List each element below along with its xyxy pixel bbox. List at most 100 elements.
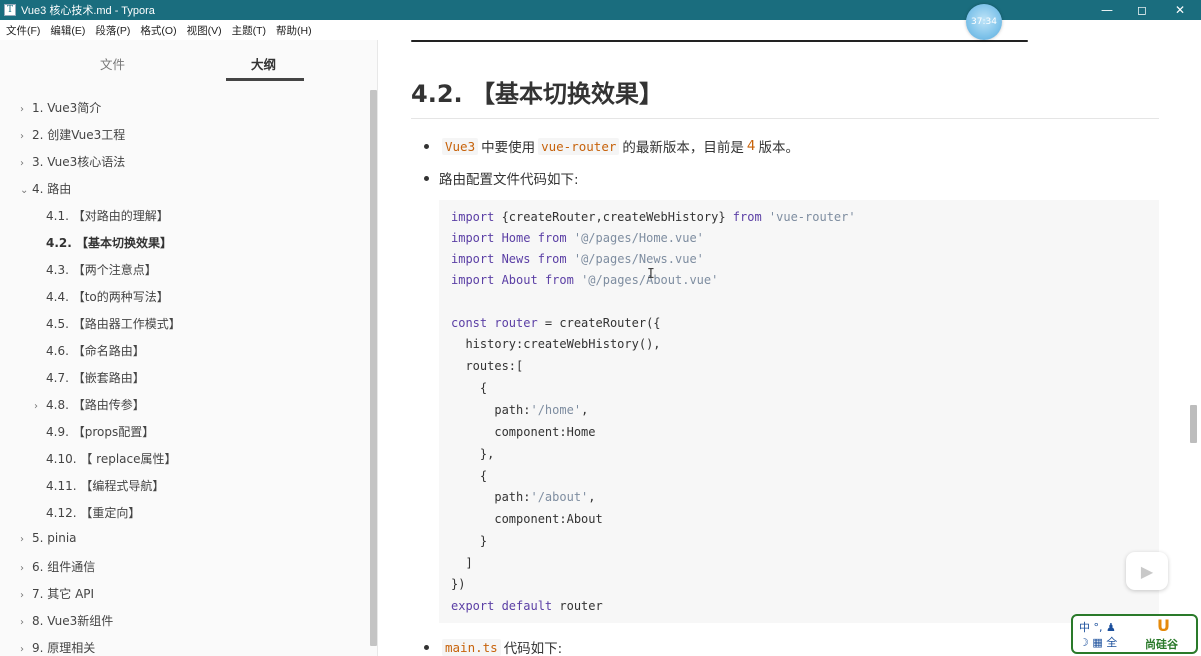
inline-number: 4	[746, 138, 756, 154]
bullet-text: 中要使用	[481, 140, 536, 156]
chevron-right-icon[interactable]: ›	[20, 131, 32, 142]
menu-bar: 文件(F) 编辑(E) 段落(P) 格式(O) 视图(V) 主题(T) 帮助(H…	[0, 20, 1201, 40]
code-block[interactable]: import {createRouter,createWebHistory} f…	[439, 200, 1159, 623]
outline-item[interactable]: 4.4. 【to的两种写法】	[34, 288, 169, 305]
outline-item-label: 4.10. 【 replace属性】	[46, 452, 177, 466]
inline-code: Vue3	[442, 137, 479, 155]
minimize-button[interactable]: —	[1090, 0, 1124, 20]
maximize-button[interactable]: ◻	[1125, 0, 1159, 20]
close-button[interactable]: ✕	[1163, 0, 1197, 20]
code-line: path:'/home',	[451, 403, 589, 417]
outline-item-label: 4.3. 【两个注意点】	[46, 263, 157, 277]
code-line: component:About	[451, 512, 603, 526]
outline-item[interactable]: › 8. Vue3新组件	[20, 612, 113, 629]
outline-item[interactable]: › 2. 创建Vue3工程	[20, 126, 125, 143]
outline-item[interactable]: › 9. 原理相关	[20, 639, 95, 656]
chevron-right-icon[interactable]: ›	[20, 644, 32, 655]
menu-view[interactable]: 视图(V)	[187, 23, 222, 38]
outline-item-label: 8. Vue3新组件	[32, 614, 114, 628]
chevron-right-icon[interactable]: ›	[20, 617, 32, 628]
bullet-text: 版本。	[758, 140, 799, 156]
outline-item[interactable]: 4.5. 【路由器工作模式】	[34, 315, 181, 332]
outline-item[interactable]: 4.10. 【 replace属性】	[34, 450, 177, 467]
outline-item-label: 9. 原理相关	[32, 641, 96, 655]
outline-item-label: 7. 其它 API	[32, 587, 95, 601]
code-line: path:'/about',	[451, 490, 596, 504]
chevron-right-icon[interactable]: ›	[20, 563, 32, 574]
editor-content[interactable]: 4.2. 【基本切换效果】 Vue3 中要使用 vue-router 的最新版本…	[379, 40, 1201, 656]
code-line: },	[451, 447, 495, 461]
code-line: routes:[	[451, 359, 524, 373]
tab-files[interactable]: 文件	[100, 54, 125, 73]
outline-item[interactable]: › 4.8. 【路由传参】	[34, 396, 145, 413]
previous-code-block-edge	[411, 40, 1028, 42]
chevron-right-icon[interactable]: ›	[20, 158, 32, 169]
code-line: {	[451, 381, 488, 395]
outline-item-label: 4.12. 【重定向】	[46, 506, 141, 520]
code-line: import {createRouter,createWebHistory} f…	[451, 210, 856, 224]
outline-item-label: 4.4. 【to的两种写法】	[46, 290, 169, 304]
menu-theme[interactable]: 主题(T)	[232, 23, 266, 38]
outline-item-label: 4.1. 【对路由的理解】	[46, 209, 169, 223]
code-line: import News from '@/pages/News.vue'	[451, 252, 704, 266]
bullet-dot	[424, 644, 429, 650]
recording-timer-badge[interactable]: 37:34	[966, 4, 1002, 40]
code-line: component:Home	[451, 425, 596, 439]
code-line: history:createWebHistory(),	[451, 337, 661, 351]
outline-item[interactable]: 4.3. 【两个注意点】	[34, 261, 157, 278]
window-titlebar: T Vue3 核心技术.md - Typora — ◻ ✕	[0, 0, 1201, 20]
outline-item[interactable]: 4.7. 【嵌套路由】	[34, 369, 145, 386]
menu-file[interactable]: 文件(F)	[6, 23, 40, 38]
active-tab-indicator	[226, 78, 304, 81]
brand-mark-icon: U	[1157, 616, 1170, 635]
chevron-right-icon[interactable]: ›	[20, 104, 32, 115]
outline-item[interactable]: 4.9. 【props配置】	[34, 423, 154, 440]
brand-name: 尚硅谷	[1145, 638, 1178, 651]
play-icon[interactable]: ▶	[1126, 552, 1168, 590]
outline-item[interactable]: 4.6. 【命名路由】	[34, 342, 145, 359]
outline-item[interactable]: ⌄ 4. 路由	[20, 180, 71, 197]
ime-indicator[interactable]: 中 °, ♟ ☽ ▦ 全	[1079, 620, 1117, 650]
outline-item-label: 4.2. 【基本切换效果】	[46, 236, 172, 250]
window-title: Vue3 核心技术.md - Typora	[21, 5, 155, 17]
chevron-right-icon[interactable]: ›	[20, 534, 32, 545]
bullet-text: 代码如下:	[503, 641, 563, 656]
chevron-right-icon[interactable]: ›	[20, 590, 32, 601]
outline-item[interactable]: › 7. 其它 API	[20, 585, 94, 602]
outline-item[interactable]: › 3. Vue3核心语法	[20, 153, 125, 170]
menu-help[interactable]: 帮助(H)	[276, 23, 312, 38]
chevron-down-icon[interactable]: ⌄	[20, 185, 32, 196]
menu-format[interactable]: 格式(O)	[140, 23, 176, 38]
outline-item-label: 4.9. 【props配置】	[46, 425, 155, 439]
bullet-dot	[424, 175, 429, 181]
list-item: 路由配置文件代码如下:	[424, 168, 579, 188]
code-line: })	[451, 577, 466, 591]
menu-edit[interactable]: 编辑(E)	[50, 23, 85, 38]
section-heading: 4.2. 【基本切换效果】	[411, 80, 663, 108]
menu-paragraph[interactable]: 段落(P)	[95, 23, 130, 38]
heading-divider	[411, 118, 1159, 119]
outline-item-label: 4.7. 【嵌套路由】	[46, 371, 145, 385]
outline-item[interactable]: 4.12. 【重定向】	[34, 504, 140, 521]
code-line: ]	[451, 556, 473, 570]
outline-item[interactable]: 4.1. 【对路由的理解】	[34, 207, 169, 224]
outline-item[interactable]: › 5. pinia	[20, 531, 77, 545]
outline-item[interactable]: › 1. Vue3简介	[20, 99, 101, 116]
outline-item-label: 3. Vue3核心语法	[32, 155, 126, 169]
sidebar: 文件 大纲 › 1. Vue3简介 › 2. 创建Vue3工程 › 3. Vue3核心语法…	[0, 40, 378, 656]
sidebar-scrollbar[interactable]	[370, 90, 377, 646]
list-item: main.ts 代码如下:	[424, 637, 563, 656]
outline-item-label: 4.8. 【路由传参】	[46, 398, 145, 412]
outline-item-label: 1. Vue3简介	[32, 101, 102, 115]
outline-item[interactable]: 4.11. 【编程式导航】	[34, 477, 164, 494]
code-line: export default router	[451, 599, 603, 613]
tab-outline[interactable]: 大纲	[251, 54, 276, 73]
outline-item-label: 4.5. 【路由器工作模式】	[46, 317, 181, 331]
code-line: const router = createRouter({	[451, 316, 661, 330]
outline-item-label: 6. 组件通信	[32, 560, 96, 574]
outline-item[interactable]: 4.2. 【基本切换效果】	[34, 234, 172, 251]
editor-scrollbar[interactable]	[1190, 405, 1197, 443]
outline-item[interactable]: › 6. 组件通信	[20, 558, 95, 575]
outline-item-label: 4.6. 【命名路由】	[46, 344, 145, 358]
chevron-right-icon[interactable]: ›	[34, 401, 46, 412]
